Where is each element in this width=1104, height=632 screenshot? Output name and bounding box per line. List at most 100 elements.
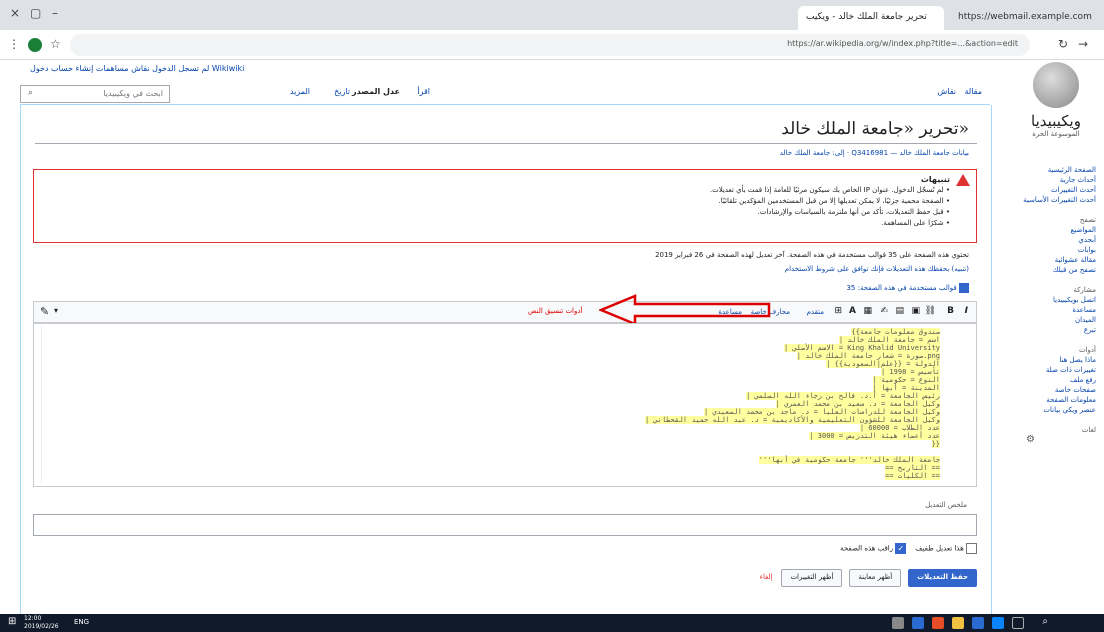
warning-box: تنبيهات • لم تُسجّل الدخول. عنوان IP الخ…: [33, 169, 977, 243]
sidebar-item[interactable]: بوابات: [1022, 245, 1096, 255]
templates-note[interactable]: قوالب مستخدمة في هذه الصفحة: 35: [846, 283, 969, 293]
sidebar-item[interactable]: مقالة عشوائية: [1022, 255, 1096, 265]
signature-icon[interactable]: ✍: [880, 306, 888, 316]
expand-icon[interactable]: [959, 283, 969, 293]
tab-edit-source[interactable]: عدل المصدر: [352, 87, 400, 96]
sidebar-item[interactable]: أبجدي: [1022, 235, 1096, 245]
sidebar-item[interactable]: تغييرات ذات صلة: [1022, 365, 1096, 375]
code-line: | رئيس الجامعة = أ.د. فالح بن رجاء الله …: [746, 392, 940, 400]
tab-more[interactable]: المزيد: [290, 87, 310, 96]
sidebar-item[interactable]: المواضيع: [1022, 225, 1096, 235]
code-line: | الدولة = {{علم|السعودية}}: [826, 360, 940, 368]
save-button[interactable]: حفظ التعديلات: [908, 569, 977, 587]
profile-avatar[interactable]: [28, 38, 42, 52]
wikitext-editor[interactable]: {{صندوق معلومات جامعة | اسم = جامعة المل…: [33, 323, 977, 487]
sidebar-item[interactable]: أحداث جارية: [1022, 175, 1096, 185]
sidebar-item[interactable]: عنصر ويكي بيانات: [1022, 405, 1096, 415]
sidebar-item[interactable]: تبرع: [1022, 325, 1096, 335]
editor-toolbar: ✎ ▾ I B ⛓ ▣ ▤ ✍ ▦ A ⊞ متقدم محارف خاصة م…: [33, 294, 977, 326]
close-window-button[interactable]: ×: [10, 6, 20, 20]
tab-history[interactable]: تاريخ: [334, 87, 350, 96]
preview-button[interactable]: أظهر معاينة: [849, 569, 902, 587]
tab-title: https://webmail.example.com: [958, 12, 1092, 22]
sidebar-item[interactable]: معلومات الصفحة: [1022, 395, 1096, 405]
user-tools[interactable]: Wikiwiki لم تسجل الدخول نقاش مساهمات إنش…: [30, 64, 710, 73]
watch-page-label: راقب هذه الصفحة: [840, 544, 894, 553]
tab-article[interactable]: مقالة: [965, 87, 983, 96]
wikipedia-logo[interactable]: ويكيبيديا الموسوعة الحرة: [1022, 62, 1090, 152]
logo-title: ويكيبيديا: [1031, 112, 1081, 130]
code-line: | اسم = جامعة الملك خالد: [838, 336, 940, 344]
settings-gear-icon[interactable]: ⚙: [1022, 435, 1096, 445]
browser-tab-other[interactable]: https://webmail.example.com: [950, 6, 1100, 30]
sidebar-item[interactable]: رفع ملف: [1022, 375, 1096, 385]
menu-icon[interactable]: ⋮: [8, 37, 20, 51]
code-line: | صورة = شعار جامعة الملك خالد.png: [796, 352, 940, 360]
image-icon[interactable]: ▣: [911, 306, 920, 316]
page-title: تحرير «جامعة الملك خالد»: [781, 119, 969, 139]
watch-page-checkbox[interactable]: ✓: [895, 543, 907, 554]
editor-scrollbar[interactable]: [36, 326, 42, 484]
sidebar-item[interactable]: أحدث التغييرات: [1022, 185, 1096, 195]
toolbar-menu-advanced[interactable]: متقدم: [807, 308, 824, 316]
table-icon[interactable]: ▦: [863, 306, 872, 316]
code-line: | تأسيس = 1998: [880, 368, 940, 376]
sidebar-item[interactable]: صفحات خاصة: [1022, 385, 1096, 395]
sidebar-item[interactable]: مساعدة: [1022, 305, 1096, 315]
code-line: | النوع = حكومية: [872, 376, 940, 384]
cancel-link[interactable]: إلغاء: [760, 573, 773, 581]
title-divider: [35, 143, 977, 144]
star-icon[interactable]: ☆: [50, 37, 61, 51]
summary-label: ملخص التعديل: [925, 501, 967, 509]
forward-icon[interactable]: →: [1078, 37, 1088, 51]
reference-icon[interactable]: ▤: [895, 306, 904, 316]
tab-talk[interactable]: نقاش: [938, 87, 956, 96]
browser-tab-active[interactable]: تحرير جامعة الملك خالد - ويكيب: [798, 6, 944, 30]
minimize-window-button[interactable]: –: [52, 6, 58, 20]
taskbar-app-icon[interactable]: [912, 617, 924, 629]
sidebar-item[interactable]: أحدث التغييرات الأساسية: [1022, 195, 1096, 205]
bold-icon[interactable]: B: [947, 306, 954, 316]
windows-start-icon[interactable]: ⊞: [8, 616, 16, 627]
code-line: | وكيل الجامعة = د. سعيد بن محمد العمري: [775, 400, 940, 408]
sidebar-heading: أدوات: [1079, 346, 1096, 354]
taskview-icon[interactable]: [1012, 617, 1024, 629]
sidebar-item[interactable]: ماذا يصل هنا: [1022, 355, 1096, 365]
search-replace-icon[interactable]: ⊞: [834, 306, 842, 316]
search-icon[interactable]: ⌕: [1042, 616, 1048, 627]
edit-buttons: حفظ التعديلات أظهر معاينة أظهر التغييرات…: [760, 569, 977, 587]
sidebar-item[interactable]: اتصل بويكيبيديا: [1022, 295, 1096, 305]
chrome-icon[interactable]: [932, 617, 944, 629]
maximize-window-button[interactable]: ▢: [30, 6, 41, 20]
pencil-icon[interactable]: ✎: [40, 305, 49, 318]
tab-read[interactable]: اقرأ: [417, 87, 430, 96]
edge-icon[interactable]: [992, 617, 1004, 629]
code-line: | وكيل الجامعة للدراسات العليا = د. ماجد…: [703, 408, 940, 416]
tab-title: تحرير جامعة الملك خالد - ويكيب: [806, 12, 927, 22]
sidebar-item[interactable]: الصفحة الرئيسية: [1022, 165, 1096, 175]
dropdown-icon[interactable]: ▾: [54, 306, 58, 315]
breadcrumb[interactable]: بيانات جامعة الملك خالد — Q3416981 · إلى…: [780, 149, 969, 157]
italic-icon[interactable]: I: [965, 306, 968, 316]
warning-icon: [956, 174, 970, 186]
summary-input[interactable]: [33, 514, 977, 536]
taskbar: ⊞ 12:00 2019/02/26 ENG ⌕: [0, 614, 1104, 632]
font-icon[interactable]: A: [849, 306, 856, 316]
clock[interactable]: 12:00 2019/02/26: [24, 615, 59, 631]
search-icon[interactable]: ⌕: [28, 88, 33, 98]
tray-language[interactable]: ENG: [74, 618, 89, 626]
reload-icon[interactable]: ↻: [1058, 37, 1068, 51]
sidebar-item[interactable]: تصفح من قبلك: [1022, 265, 1096, 275]
copyright-note[interactable]: (تنبيه) بحفظك هذه التعديلات فإنك توافق ع…: [785, 265, 969, 273]
taskbar-app-icon[interactable]: [972, 617, 984, 629]
link-icon[interactable]: ⛓: [925, 306, 936, 316]
warning-item: • الصفحة محمية جزئيًا، لا يمكن تعديلها إ…: [718, 197, 950, 205]
show-changes-button[interactable]: أظهر التغييرات: [781, 569, 843, 587]
protection-note: تحتوي هذه الصفحة على 35 قوالب مستخدمة في…: [655, 251, 969, 259]
taskbar-app-icon[interactable]: [892, 617, 904, 629]
minor-edit-checkbox[interactable]: [966, 543, 977, 554]
url-field[interactable]: https://ar.wikipedia.org/w/index.php?tit…: [70, 34, 1030, 56]
search-input[interactable]: ابحث في ويكيبيديا: [20, 85, 170, 103]
folder-icon[interactable]: [952, 617, 964, 629]
sidebar-item[interactable]: الميدان: [1022, 315, 1096, 325]
